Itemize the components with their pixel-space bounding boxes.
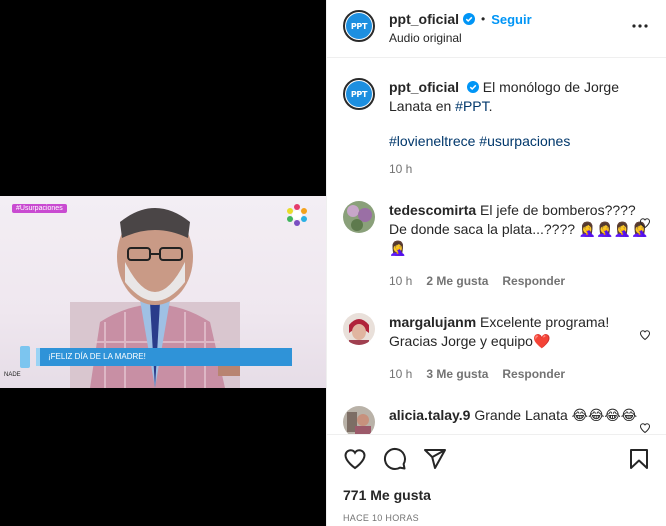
- like-comment-icon[interactable]: [639, 329, 651, 341]
- comment-body: alicia.talay.9 Grande Lanata 😂😂😂😂: [389, 406, 651, 434]
- lower-third-banner: ¡FELIZ DÍA DE LA MADRE!: [36, 348, 292, 366]
- follow-button[interactable]: Seguir: [491, 12, 531, 27]
- avatar[interactable]: PPT: [343, 78, 375, 110]
- save-icon[interactable]: [627, 447, 651, 471]
- like-icon[interactable]: [343, 447, 367, 471]
- hashtag-link[interactable]: #PPT: [455, 98, 488, 114]
- reply-button[interactable]: Responder: [502, 272, 565, 291]
- header-username[interactable]: ppt_oficial: [389, 11, 459, 27]
- avatar-logo: PPT: [346, 81, 372, 107]
- post-header: PPT ppt_oficial • Seguir Audio original: [327, 0, 666, 58]
- like-comment-icon[interactable]: [639, 422, 651, 434]
- more-icon: [632, 24, 648, 28]
- comment-text: Grande Lanata 😂😂😂😂: [474, 407, 638, 423]
- comment-body: tedescomirta El jefe de bomberos???? De …: [389, 201, 651, 291]
- video-player[interactable]: #Usurpaciones ¡FELIZ DÍA DE LA MADRE! NA…: [0, 0, 326, 526]
- verified-icon: [466, 81, 479, 93]
- video-watermark: NADE: [4, 372, 21, 378]
- comments-list[interactable]: PPT ppt_oficial El monólogo de Jorge Lan…: [327, 58, 666, 434]
- caption-period: .: [488, 98, 493, 114]
- avatar-logo: PPT: [346, 13, 372, 39]
- avatar[interactable]: [343, 406, 375, 434]
- caption-time[interactable]: 10 h: [389, 160, 651, 179]
- avatar[interactable]: [343, 201, 375, 233]
- header-text: ppt_oficial • Seguir Audio original: [389, 10, 628, 45]
- share-icon[interactable]: [423, 447, 447, 471]
- comment-item: margalujanm Excelente programa! Gracias …: [343, 313, 651, 384]
- video-hashtag-tag: #Usurpaciones: [12, 204, 67, 213]
- comment-likes[interactable]: 2 Me gusta: [426, 272, 488, 291]
- post-time[interactable]: HACE 10 HORAS: [343, 513, 651, 523]
- post-caption: PPT ppt_oficial El monólogo de Jorge Lan…: [343, 58, 651, 179]
- comment-time[interactable]: 10 h: [389, 365, 412, 384]
- separator-dot: •: [481, 12, 486, 26]
- comment-item: tedescomirta El jefe de bomberos???? De …: [343, 201, 651, 291]
- hashtag-link[interactable]: #lovieneltrece: [389, 133, 475, 149]
- post-actions: 771 Me gusta HACE 10 HORAS: [327, 434, 666, 526]
- reply-button[interactable]: Responder: [502, 365, 565, 384]
- likes-count[interactable]: 771 Me gusta: [343, 487, 651, 503]
- comment-username[interactable]: alicia.talay.9: [389, 407, 470, 423]
- comment-time[interactable]: 10 h: [389, 272, 412, 291]
- comment-item: alicia.talay.9 Grande Lanata 😂😂😂😂: [343, 406, 651, 434]
- lower-third-accent: [20, 346, 30, 368]
- action-icons: [343, 439, 651, 479]
- caption-body: ppt_oficial El monólogo de Jorge Lanata …: [389, 78, 651, 179]
- post-details-panel: PPT ppt_oficial • Seguir Audio original: [326, 0, 666, 526]
- video-frame[interactable]: #Usurpaciones ¡FELIZ DÍA DE LA MADRE! NA…: [0, 196, 326, 388]
- caption-username[interactable]: ppt_oficial: [389, 79, 459, 95]
- verified-icon: [463, 13, 476, 25]
- header-row: ppt_oficial • Seguir: [389, 11, 628, 27]
- more-options-button[interactable]: [628, 14, 652, 38]
- like-comment-icon[interactable]: [639, 217, 651, 229]
- hashtag-link[interactable]: #usurpaciones: [479, 133, 570, 149]
- comment-icon[interactable]: [383, 447, 407, 471]
- channel-logo-icon: [287, 204, 307, 226]
- comment-username[interactable]: margalujanm: [389, 314, 476, 330]
- comment-username[interactable]: tedescomirta: [389, 202, 476, 218]
- comment-meta: 10 h 3 Me gusta Responder: [389, 365, 651, 384]
- avatar[interactable]: PPT: [343, 10, 375, 42]
- comment-body: margalujanm Excelente programa! Gracias …: [389, 313, 651, 384]
- post-viewer: #Usurpaciones ¡FELIZ DÍA DE LA MADRE! NA…: [0, 0, 666, 526]
- comment-meta: 10 h 2 Me gusta Responder: [389, 272, 651, 291]
- audio-link[interactable]: Audio original: [389, 31, 628, 45]
- comment-likes[interactable]: 3 Me gusta: [426, 365, 488, 384]
- avatar[interactable]: [343, 313, 375, 345]
